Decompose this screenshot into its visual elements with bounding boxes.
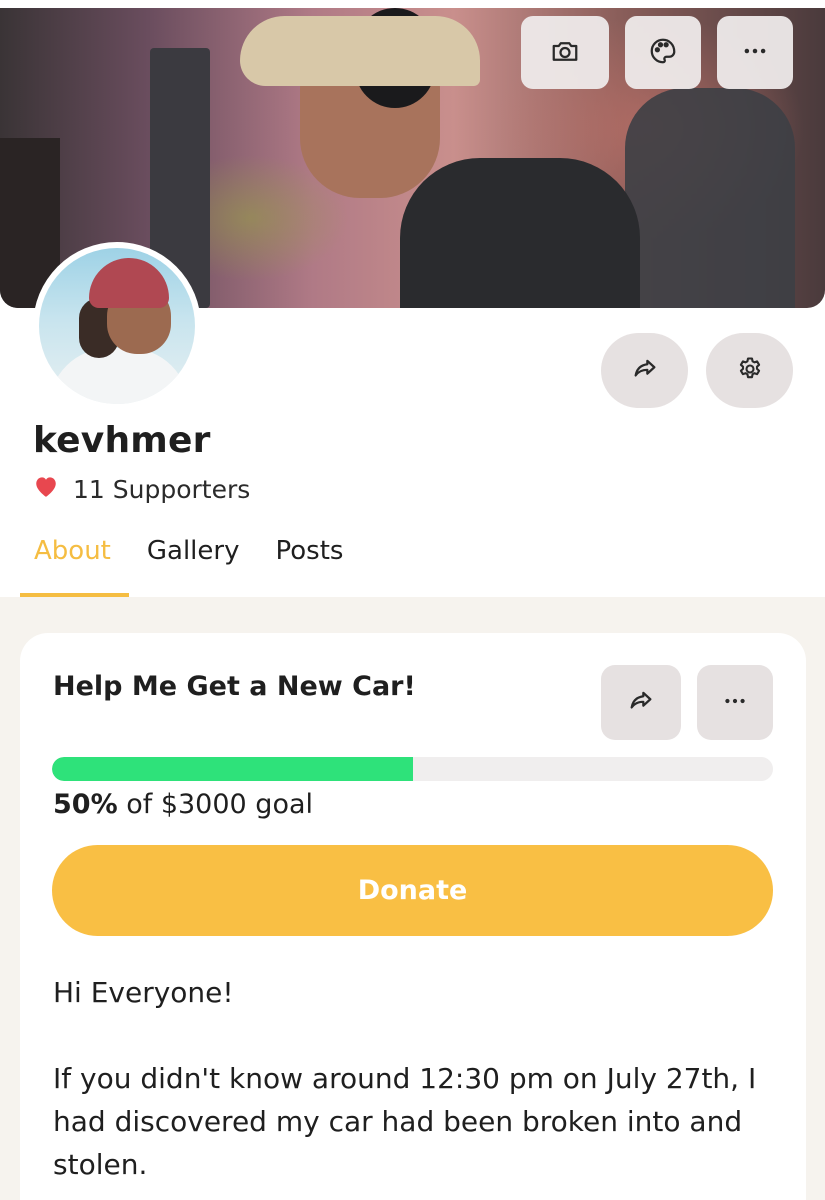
username: kevhmer — [33, 420, 211, 461]
cover-person-cap — [240, 16, 480, 86]
share-profile-button[interactable] — [601, 333, 688, 408]
cover-actions — [521, 16, 793, 89]
share-fundraiser-button[interactable] — [601, 665, 681, 740]
fundraiser-title: Help Me Get a New Car! — [53, 671, 416, 702]
fundraiser-actions — [601, 665, 773, 740]
goal-amount: of $3000 goal — [117, 789, 314, 820]
gear-icon — [736, 355, 764, 387]
description-paragraph: Hi Everyone! — [53, 976, 234, 1009]
goal-percent: 50% — [53, 789, 118, 820]
change-cover-button[interactable] — [521, 16, 609, 89]
supporters-label: 11 Supporters — [73, 474, 251, 504]
tab-gallery[interactable]: Gallery — [129, 532, 258, 598]
heart-icon — [33, 474, 59, 504]
palette-icon — [648, 36, 678, 70]
share-icon — [631, 355, 659, 387]
tab-posts[interactable]: Posts — [257, 532, 361, 598]
more-icon — [721, 687, 749, 719]
goal-text: 50% of $3000 goal — [53, 789, 313, 820]
avatar-bandana — [89, 258, 169, 308]
cover-person-body — [400, 158, 640, 308]
settings-button[interactable] — [706, 333, 793, 408]
avatar-image — [39, 248, 195, 404]
avatar-shirt — [49, 348, 189, 404]
goal-progress-fill — [52, 757, 413, 781]
share-icon — [627, 687, 655, 719]
goal-progress-bar — [52, 757, 773, 781]
avatar[interactable] — [33, 242, 201, 410]
fundraiser-more-button[interactable] — [697, 665, 773, 740]
supporters-count[interactable]: 11 Supporters — [33, 474, 250, 504]
tab-about[interactable]: About — [20, 532, 129, 598]
donate-button[interactable]: Donate — [52, 845, 773, 936]
fundraiser-card: Help Me Get a New Car! 50% of $3000 goal… — [20, 633, 806, 1200]
cover-more-button[interactable] — [717, 16, 793, 89]
fundraiser-description: Hi Everyone! If you didn't know around 1… — [53, 971, 783, 1200]
description-paragraph: If you didn't know around 12:30 pm on Ju… — [53, 1062, 757, 1181]
profile-tabs: About Gallery Posts — [20, 532, 361, 598]
more-icon — [740, 36, 770, 70]
camera-icon — [550, 36, 580, 70]
cover-chair — [625, 88, 795, 308]
theme-button[interactable] — [625, 16, 701, 89]
profile-actions — [601, 333, 793, 408]
